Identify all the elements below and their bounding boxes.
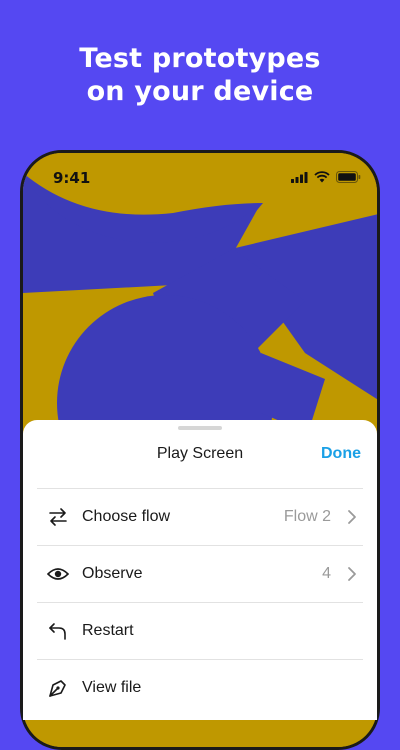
menu-item-restart[interactable]: Restart [37,602,363,659]
menu-item-label: Restart [82,622,134,639]
battery-icon [336,171,361,183]
menu-item-value: 4 [322,565,331,582]
menu-item-choose-flow[interactable]: Choose flow Flow 2 [37,488,363,545]
chevron-right-icon [348,510,356,524]
headline-line-1: Test prototypes [79,43,321,74]
menu-item-label: Choose flow [82,508,171,525]
signal-icon [291,171,308,183]
menu-item-value: Flow 2 [283,508,331,525]
sheet-menu: Choose flow Flow 2 Observe 4 Restart Vie… [37,488,363,716]
pen-nib-icon [49,680,66,697]
chevron-right-icon [348,567,356,581]
undo-arrow-icon [49,623,66,640]
sheet-header: Play Screen Done [23,420,377,488]
arrows-flow-icon [49,508,67,526]
status-bar: 9:41 [23,153,377,201]
status-icons [291,171,361,183]
play-screen-sheet: Play Screen Done Choose flow Flow 2 Obse… [23,420,377,720]
status-time: 9:41 [53,169,91,187]
done-button[interactable]: Done [321,445,361,463]
menu-item-observe[interactable]: Observe 4 [37,545,363,602]
eye-icon [47,568,69,580]
menu-item-label: View file [82,679,142,696]
headline-line-2: on your device [86,76,314,107]
wifi-icon [314,171,330,183]
menu-item-view-file[interactable]: View file [37,659,363,716]
menu-item-label: Observe [82,565,143,582]
headline: Test prototypes on your device [0,42,400,108]
